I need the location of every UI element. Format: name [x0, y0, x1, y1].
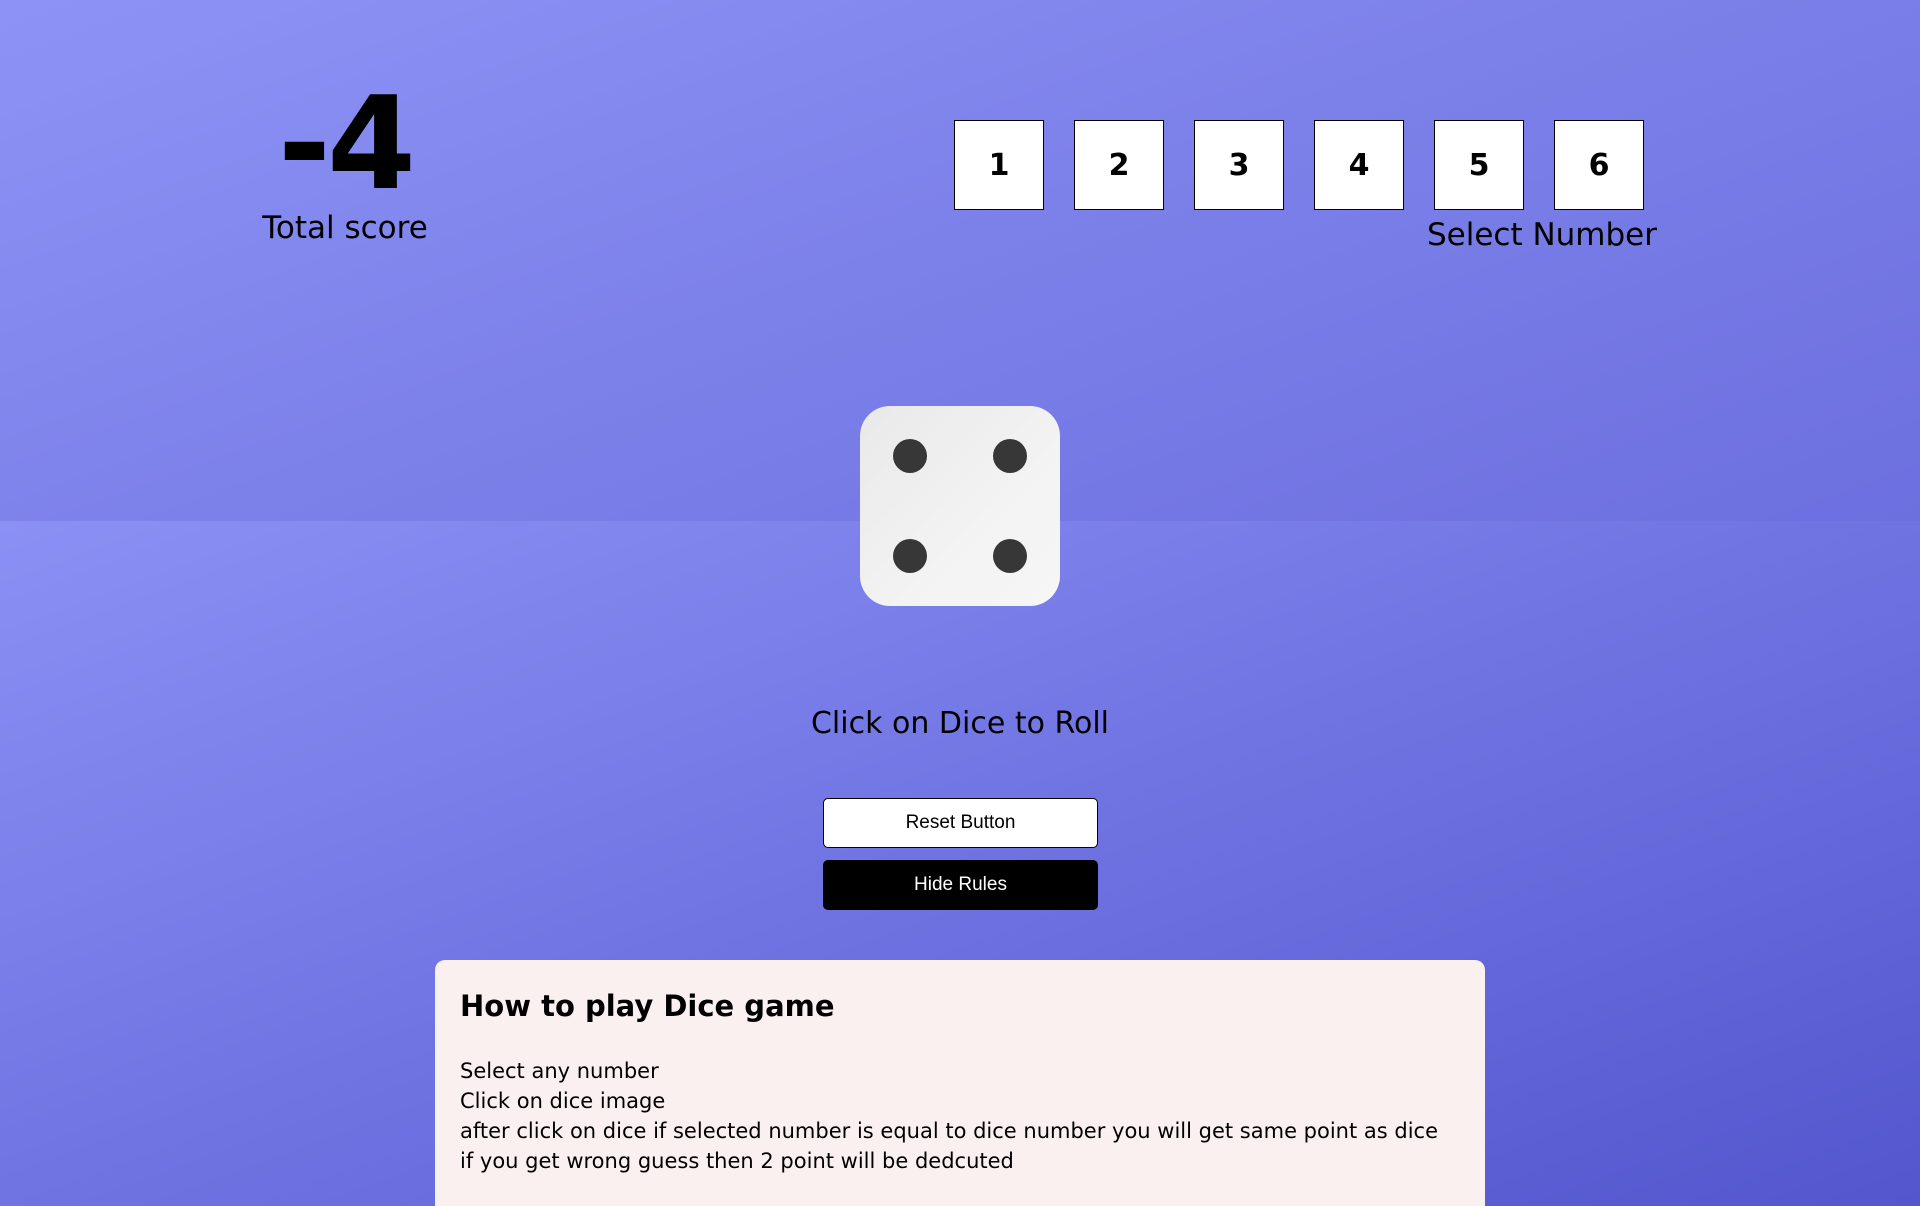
- hide-rules-button[interactable]: Hide Rules: [823, 860, 1098, 910]
- dice-pip: [893, 539, 927, 573]
- dice-pip: [993, 539, 1027, 573]
- total-score-value: -4: [277, 70, 416, 219]
- score-display: -4 Total score: [255, 80, 435, 248]
- number-button-2[interactable]: 2: [1074, 120, 1164, 210]
- dice-pip: [993, 439, 1027, 473]
- reset-button[interactable]: Reset Button: [823, 798, 1098, 848]
- rules-panel: How to play Dice game Select any number …: [435, 960, 1485, 1206]
- dice-four-icon[interactable]: [860, 406, 1060, 606]
- number-button-3[interactable]: 3: [1194, 120, 1284, 210]
- rules-line: after click on dice if selected number i…: [460, 1119, 1439, 1143]
- number-button-5[interactable]: 5: [1434, 120, 1524, 210]
- roll-instruction: Click on Dice to Roll: [810, 706, 1110, 741]
- rules-line: Click on dice image: [460, 1089, 666, 1113]
- number-selector: 1 2 3 4 5 6: [954, 120, 1644, 210]
- rules-line: Select any number: [460, 1059, 659, 1083]
- number-button-4[interactable]: 4: [1314, 120, 1404, 210]
- rules-title: How to play Dice game: [460, 989, 835, 1023]
- select-number-label: Select Number: [1426, 217, 1657, 253]
- number-button-1[interactable]: 1: [954, 120, 1044, 210]
- total-score-label: Total score: [262, 210, 428, 246]
- dice-pip: [893, 439, 927, 473]
- number-button-6[interactable]: 6: [1554, 120, 1644, 210]
- rules-line: if you get wrong guess then 2 point will…: [460, 1149, 1014, 1173]
